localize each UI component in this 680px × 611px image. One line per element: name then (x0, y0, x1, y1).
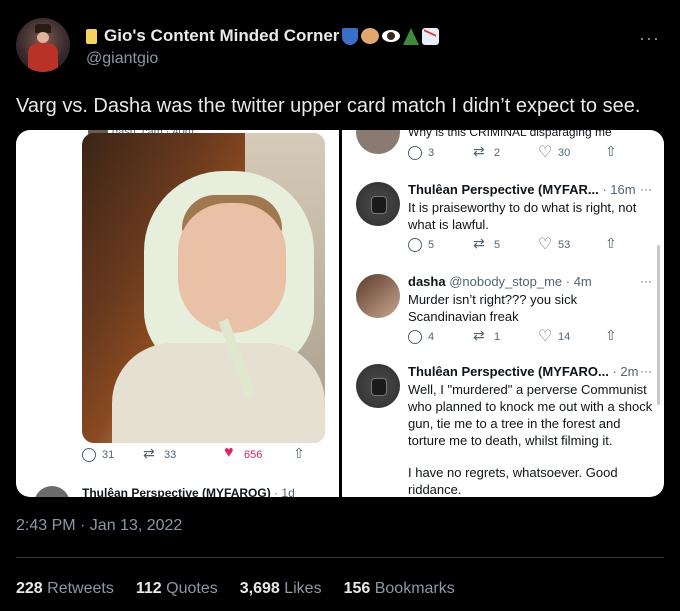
share-icon (604, 327, 618, 344)
tweet-text: Varg vs. Dasha was the twitter upper car… (16, 95, 641, 117)
reply-icon (82, 448, 96, 462)
reply-icon (408, 238, 422, 252)
like-count: 656 (244, 449, 263, 461)
media-image-left[interactable]: dash_cam · 40m 31 33 656 (16, 130, 339, 497)
left-tweet-actions: 31 33 656 (82, 444, 322, 470)
likes-stat[interactable]: 3,698 Likes (240, 580, 322, 598)
more-icon[interactable]: ··· (640, 182, 652, 196)
tweet-media[interactable]: dash_cam · 40m 31 33 656 (16, 130, 664, 497)
share-icon (604, 235, 618, 252)
reply-text: It is praiseworthy to do what is right, … (408, 200, 637, 232)
chart-decreasing-emoji-icon (422, 27, 440, 45)
like-icon (538, 326, 552, 346)
eye-emoji-icon (382, 30, 401, 42)
thulean-avatar (356, 364, 400, 408)
thulean-avatar (356, 182, 400, 226)
top-reply-avatar (356, 130, 400, 154)
next-author-avatar (34, 486, 70, 497)
next-author-name: Thulêan Perspective (MYFAROG) · 1d (82, 486, 295, 497)
shield-emoji-icon (342, 27, 359, 45)
selfie-photo (82, 133, 325, 443)
author-avatar[interactable] (16, 18, 70, 72)
reply-actions: 5 5 53 (408, 234, 648, 256)
tree-emoji-icon (403, 27, 420, 45)
like-action[interactable]: 656 (224, 444, 263, 462)
more-icon[interactable]: ··· (640, 274, 652, 288)
retweet-icon (143, 445, 158, 462)
reply-text-continued: I have no regrets, whatsoever. Good ridd… (408, 465, 618, 497)
reply-text: Well, I "murdered" a perverse Communist … (408, 382, 653, 448)
reply-icon (408, 146, 422, 160)
more-icon[interactable]: ··· (639, 28, 660, 49)
retweet-icon (473, 235, 488, 252)
author-handle[interactable]: @giantgio (86, 50, 158, 68)
reply-text: Murder isn’t right??? you sick Scandinav… (408, 292, 578, 324)
retweet-icon (473, 143, 488, 160)
top-actions: 3 2 30 (408, 142, 648, 164)
retweet-count: 33 (164, 449, 177, 461)
scrollbar[interactable] (657, 245, 660, 405)
bookmarks-stat[interactable]: 156 Bookmarks (344, 580, 455, 598)
author-name-text: Gio's Content Minded Corner (104, 26, 340, 45)
quotes-stat[interactable]: 112 Quotes (136, 580, 218, 598)
retweets-stat[interactable]: 228 Retweets (16, 580, 114, 598)
tweet-header: Gio's Content Minded Corner @giantgio ··… (16, 18, 664, 78)
retweet-action[interactable]: 33 (143, 445, 177, 462)
reply-icon (408, 330, 422, 344)
author-display-name[interactable]: Gio's Content Minded Corner (86, 26, 440, 46)
media-image-right[interactable]: Why is this CRIMINAL disparaging me 3 2 … (342, 130, 664, 497)
share-icon (604, 143, 618, 160)
reply-author: dasha @nobody_stop_me · 4m (408, 274, 592, 289)
share-icon (292, 445, 306, 462)
more-icon[interactable]: ··· (640, 364, 652, 378)
tweet-stats: 228 Retweets 112 Quotes 3,698 Likes 156 … (16, 580, 455, 598)
notebook-emoji-icon (86, 28, 97, 44)
tweet-timestamp[interactable]: 2:43 PM · Jan 13, 2022 (16, 517, 182, 535)
share-action[interactable] (292, 445, 306, 462)
dasha-avatar (356, 274, 400, 318)
like-icon (224, 444, 238, 462)
top-cut-text: Why is this CRIMINAL disparaging me (408, 130, 612, 139)
retweet-icon (473, 327, 488, 344)
reply-author: Thulêan Perspective (MYFARO... · 2m (408, 364, 639, 379)
divider (16, 557, 664, 558)
reply-action[interactable]: 31 (82, 448, 114, 462)
reply-author: Thulêan Perspective (MYFAR... · 16m (408, 182, 636, 197)
palette-emoji-icon (361, 28, 380, 44)
like-icon (538, 234, 552, 254)
like-icon (538, 142, 552, 162)
reply-count: 31 (102, 449, 115, 461)
reply-actions: 4 1 14 (408, 326, 648, 348)
